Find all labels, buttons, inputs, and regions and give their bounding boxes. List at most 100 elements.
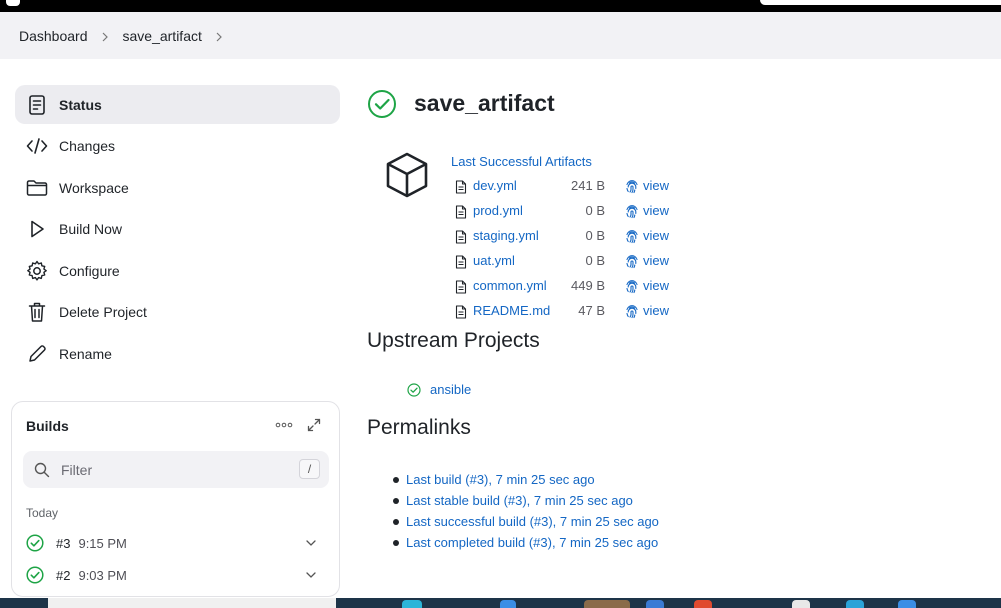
view-fingerprint-link[interactable]: view — [643, 203, 669, 218]
more-options-icon[interactable] — [274, 418, 294, 432]
trash-icon — [26, 301, 48, 323]
build-number[interactable]: #3 — [56, 536, 70, 551]
sidebar-item-delete-project[interactable]: Delete Project — [15, 293, 340, 332]
sidebar-item-label: Build Now — [59, 221, 123, 238]
package-icon — [386, 152, 428, 198]
taskbar-window[interactable] — [48, 598, 336, 608]
sidebar-item-build-now[interactable]: Build Now — [15, 210, 340, 249]
build-time: 9:03 PM — [78, 567, 127, 583]
taskbar-app-icon[interactable] — [792, 600, 810, 608]
last-successful-artifacts-link[interactable]: Last Successful Artifacts — [451, 154, 592, 169]
artifact-size: 0 B — [585, 253, 605, 268]
gear-icon — [26, 260, 48, 282]
filter-shortcut-key: / — [299, 459, 320, 479]
chevron-down-icon[interactable] — [305, 537, 317, 549]
sidebar-item-changes[interactable]: Changes — [15, 127, 340, 166]
artifact-size: 0 B — [585, 203, 605, 218]
artifact-size: 0 B — [585, 228, 605, 243]
artifact-link[interactable]: dev.yml — [473, 178, 517, 193]
breadcrumb-dashboard[interactable]: Dashboard — [19, 28, 88, 44]
artifact-link[interactable]: uat.yml — [473, 253, 515, 268]
artifact-size: 241 B — [571, 178, 605, 193]
file-icon — [455, 230, 467, 244]
sidebar-item-rename[interactable]: Rename — [15, 335, 340, 374]
permalink[interactable]: Last stable build (#3), 7 min 25 sec ago — [406, 493, 633, 508]
taskbar-app-icon[interactable] — [898, 600, 916, 608]
build-row[interactable]: #2 9:03 PM — [26, 563, 326, 587]
permalinks-list: Last build (#3), 7 min 25 sec ago Last s… — [393, 469, 659, 553]
artifact-row: dev.yml 241 B view — [455, 176, 685, 196]
success-icon — [26, 534, 44, 552]
taskbar-app-icon[interactable] — [646, 600, 664, 608]
permalink[interactable]: Last completed build (#3), 7 min 25 sec … — [406, 535, 658, 550]
artifact-row: README.md 47 B view — [455, 301, 685, 321]
fingerprint-icon[interactable] — [625, 304, 639, 319]
status-icon — [26, 94, 48, 116]
taskbar-app-icon[interactable] — [694, 600, 712, 608]
view-fingerprint-link[interactable]: view — [643, 278, 669, 293]
upstream-project-name[interactable]: ansible — [430, 382, 471, 397]
sidebar-item-configure[interactable]: Configure — [15, 251, 340, 290]
builds-panel: Builds / Today #3 9:15 PM #2 9:03 PM — [11, 401, 340, 597]
upstream-project-link[interactable]: ansible — [407, 382, 471, 397]
build-number[interactable]: #2 — [56, 568, 70, 583]
artifact-link[interactable]: README.md — [473, 303, 550, 318]
global-search-box[interactable] — [760, 0, 1001, 5]
fingerprint-icon[interactable] — [625, 179, 639, 194]
chevron-down-icon[interactable] — [305, 569, 317, 581]
builds-filter-input[interactable] — [61, 459, 281, 480]
success-icon — [368, 90, 396, 118]
file-icon — [455, 255, 467, 269]
list-item: Last completed build (#3), 7 min 25 sec … — [393, 532, 659, 553]
taskbar-app-icon[interactable] — [846, 600, 864, 608]
permalink[interactable]: Last successful build (#3), 7 min 25 sec… — [406, 514, 659, 529]
artifact-size: 449 B — [571, 278, 605, 293]
expand-icon[interactable] — [306, 417, 322, 433]
os-taskbar — [0, 598, 1001, 608]
view-fingerprint-link[interactable]: view — [643, 178, 669, 193]
folder-icon — [26, 177, 48, 199]
upstream-projects-heading: Upstream Projects — [367, 329, 540, 352]
permalinks-heading: Permalinks — [367, 416, 471, 439]
artifact-link[interactable]: prod.yml — [473, 203, 523, 218]
fingerprint-icon[interactable] — [625, 229, 639, 244]
sidebar-item-label: Delete Project — [59, 304, 147, 321]
bullet — [393, 539, 399, 546]
sidebar-item-status[interactable]: Status — [15, 85, 340, 124]
bullet — [393, 518, 399, 525]
view-fingerprint-link[interactable]: view — [643, 253, 669, 268]
artifact-link[interactable]: common.yml — [473, 278, 547, 293]
artifact-row: common.yml 449 B view — [455, 276, 685, 296]
taskbar-app-icon[interactable] — [584, 600, 630, 608]
file-icon — [455, 305, 467, 319]
taskbar-app-icon[interactable] — [402, 600, 422, 608]
sidebar-item-label: Workspace — [59, 179, 129, 196]
code-icon — [26, 135, 48, 157]
artifact-row: staging.yml 0 B view — [455, 226, 685, 246]
sidebar-item-workspace[interactable]: Workspace — [15, 168, 340, 207]
chevron-right-icon[interactable] — [215, 32, 223, 41]
sidebar-item-label: Configure — [59, 262, 120, 279]
fingerprint-icon[interactable] — [625, 279, 639, 294]
build-row[interactable]: #3 9:15 PM — [26, 531, 326, 555]
search-icon — [34, 462, 50, 478]
fingerprint-icon[interactable] — [625, 204, 639, 219]
taskbar-app-icon[interactable] — [500, 600, 516, 608]
permalink[interactable]: Last build (#3), 7 min 25 sec ago — [406, 472, 595, 487]
top-header — [0, 0, 1001, 12]
sidebar-item-label: Status — [59, 96, 102, 113]
view-fingerprint-link[interactable]: view — [643, 303, 669, 318]
sidebar-nav: Status Changes Workspace Build Now Confi… — [15, 85, 340, 376]
builds-filter: / — [23, 451, 329, 488]
list-item: Last successful build (#3), 7 min 25 sec… — [393, 511, 659, 532]
file-icon — [455, 205, 467, 219]
play-icon — [26, 218, 48, 240]
fingerprint-icon[interactable] — [625, 254, 639, 269]
artifact-link[interactable]: staging.yml — [473, 228, 539, 243]
view-fingerprint-link[interactable]: view — [643, 228, 669, 243]
jenkins-logo[interactable] — [6, 0, 20, 6]
sidebar-item-label: Rename — [59, 346, 112, 363]
breadcrumb-project[interactable]: save_artifact — [123, 28, 202, 44]
chevron-right-icon[interactable] — [101, 32, 109, 41]
page-title: save_artifact — [414, 90, 555, 116]
